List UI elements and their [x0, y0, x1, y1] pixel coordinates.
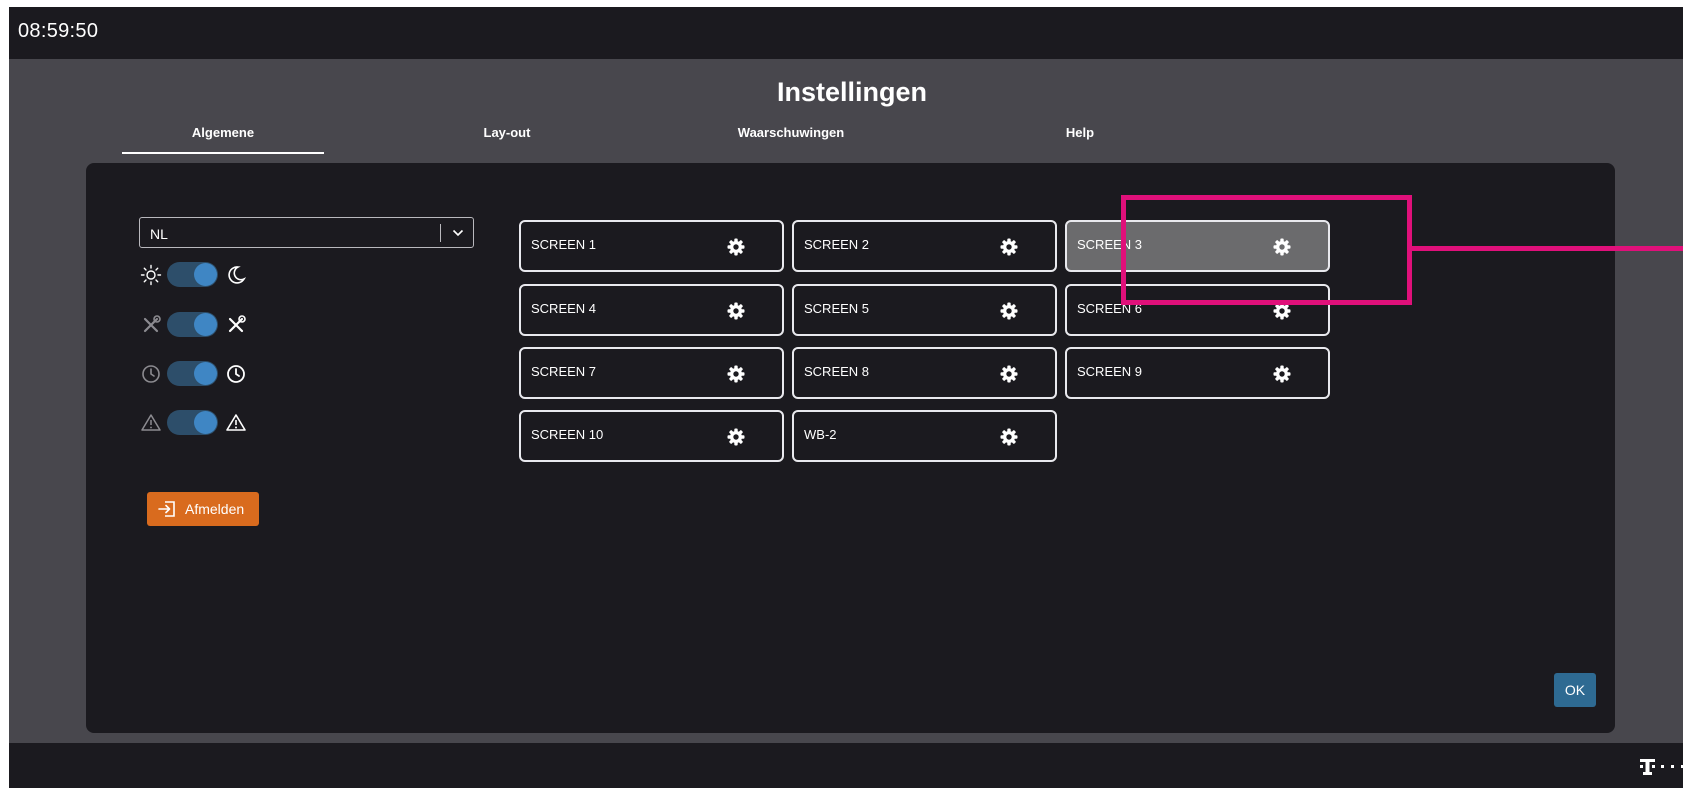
- gear-icon[interactable]: [999, 364, 1019, 384]
- language-value: NL: [150, 226, 168, 242]
- clock-icon: [227, 365, 245, 383]
- tab-waarschuwingen[interactable]: Waarschuwingen: [690, 126, 892, 154]
- switch-knob: [194, 362, 217, 385]
- sun-icon: [140, 264, 162, 286]
- gear-icon[interactable]: [1272, 237, 1292, 257]
- gear-icon[interactable]: [726, 301, 746, 321]
- gear-icon[interactable]: [726, 364, 746, 384]
- tab-lay-out[interactable]: Lay-out: [406, 126, 608, 154]
- screen-name: SCREEN 1: [531, 237, 597, 252]
- screen-tile-9[interactable]: SCREEN 9: [1065, 347, 1330, 399]
- tools-switch[interactable]: [167, 312, 218, 337]
- gear-icon[interactable]: [999, 427, 1019, 447]
- select-divider: [440, 224, 441, 242]
- screen-name: SCREEN 8: [804, 364, 870, 379]
- tab-bar: Algemene Lay-out Waarschuwingen Help: [9, 126, 1683, 156]
- warning-icon: [226, 414, 246, 431]
- screen-tile-7[interactable]: SCREEN 7: [519, 347, 784, 399]
- gear-icon[interactable]: [1272, 364, 1292, 384]
- theme-switch[interactable]: [167, 262, 218, 287]
- settings-panel: NL Afmelden SCREEN 1 SCREEN 2 SCREEN 3 S…: [86, 163, 1615, 733]
- gear-icon[interactable]: [999, 237, 1019, 257]
- language-select[interactable]: NL: [139, 217, 474, 248]
- tab-help[interactable]: Help: [979, 126, 1181, 154]
- screen-name: SCREEN 5: [804, 301, 870, 316]
- clock-switch[interactable]: [167, 361, 218, 386]
- gear-icon[interactable]: [726, 427, 746, 447]
- tools-icon: [228, 315, 246, 333]
- screen-name: SCREEN 6: [1077, 301, 1143, 316]
- gear-icon[interactable]: [999, 301, 1019, 321]
- settings-area: Instellingen Algemene Lay-out Waarschuwi…: [9, 59, 1683, 743]
- screen-tile-1[interactable]: SCREEN 1: [519, 220, 784, 272]
- clock: 08:59:50: [18, 20, 99, 42]
- logout-label: Afmelden: [185, 501, 245, 517]
- screen-tile-4[interactable]: SCREEN 4: [519, 284, 784, 336]
- tab-algemene[interactable]: Algemene: [122, 126, 324, 154]
- screen-name: WB-2: [804, 427, 837, 442]
- logout-icon: [158, 501, 175, 517]
- page-title: Instellingen: [776, 77, 928, 107]
- logout-button[interactable]: Afmelden: [147, 492, 259, 526]
- switch-knob: [194, 263, 217, 286]
- ok-button[interactable]: OK: [1554, 673, 1596, 707]
- screen-tile-2[interactable]: SCREEN 2: [792, 220, 1057, 272]
- screen-name: SCREEN 10: [531, 427, 604, 442]
- switch-knob: [194, 411, 217, 434]
- warnings-switch[interactable]: [167, 410, 218, 435]
- screen-tile-6[interactable]: SCREEN 6: [1065, 284, 1330, 336]
- clock-icon: [142, 365, 160, 383]
- bottom-bar: [9, 743, 1683, 788]
- screen-tile-3[interactable]: SCREEN 3: [1065, 220, 1330, 272]
- moon-icon: [228, 266, 247, 284]
- screen-tile-wb-2[interactable]: WB-2: [792, 410, 1057, 462]
- app-window: 08:59:50 Instellingen Algemene Lay-out W…: [9, 7, 1683, 788]
- screen-name: SCREEN 4: [531, 301, 597, 316]
- screen-tile-8[interactable]: SCREEN 8: [792, 347, 1057, 399]
- top-bar: 08:59:50: [9, 7, 1683, 59]
- screen-name: SCREEN 3: [1077, 237, 1143, 252]
- screen-name: SCREEN 2: [804, 237, 870, 252]
- screen-name: SCREEN 9: [1077, 364, 1143, 379]
- switch-knob: [194, 313, 217, 336]
- warning-icon: [141, 414, 161, 431]
- chevron-down-icon: [452, 229, 464, 237]
- screen-tile-10[interactable]: SCREEN 10: [519, 410, 784, 462]
- screen-name: SCREEN 7: [531, 364, 597, 379]
- tools-icon: [143, 315, 161, 333]
- gear-icon[interactable]: [726, 237, 746, 257]
- screen-tile-5[interactable]: SCREEN 5: [792, 284, 1057, 336]
- telekom-logo-icon: [1640, 759, 1683, 775]
- gear-icon[interactable]: [1272, 301, 1292, 321]
